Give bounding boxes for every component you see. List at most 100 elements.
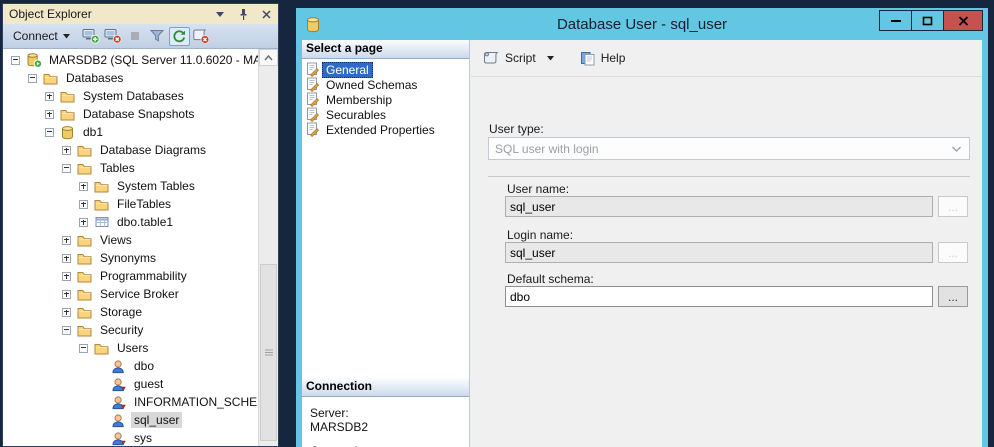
- tree-item-marsdb2-sql-server-11-0-6020-marsd[interactable]: MARSDB2 (SQL Server 11.0.6020 - MARSD: [3, 51, 261, 69]
- folder-icon: [76, 322, 93, 338]
- user-red-icon: [110, 376, 127, 392]
- default-schema-browse-button[interactable]: ...: [938, 286, 968, 307]
- tree-expander-icon[interactable]: [62, 146, 71, 155]
- help-button[interactable]: Help: [580, 51, 626, 66]
- tree-item-security[interactable]: Security: [3, 321, 261, 339]
- connection-section: Connection Server: MARSDB2 Connection:: [302, 378, 469, 447]
- tree-item-programmability[interactable]: Programmability: [3, 267, 261, 285]
- page-item-owned-schemas[interactable]: Owned Schemas: [305, 77, 469, 92]
- tree-item-database-snapshots[interactable]: Database Snapshots: [3, 105, 261, 123]
- tree-expander-icon[interactable]: [62, 254, 71, 263]
- page-item-securables[interactable]: Securables: [305, 107, 469, 122]
- tree-item-label: Security: [97, 322, 146, 338]
- tree-item-label: Service Broker: [97, 286, 182, 302]
- tree-item-storage[interactable]: Storage: [3, 303, 261, 321]
- connect-server-icon[interactable]: [81, 27, 102, 46]
- tree-item-label: Users: [114, 340, 151, 356]
- default-schema-input[interactable]: [505, 286, 933, 307]
- connect-button[interactable]: Connect: [8, 27, 75, 45]
- scroll-up-icon[interactable]: [259, 49, 278, 66]
- tree-item-databases[interactable]: Databases: [3, 69, 261, 87]
- tree-item-sys[interactable]: sys: [3, 429, 261, 446]
- tree-expander-icon[interactable]: [79, 218, 88, 227]
- tree-item-users[interactable]: Users: [3, 339, 261, 357]
- tree-expander-icon[interactable]: [62, 272, 71, 281]
- user-name-browse-button[interactable]: ...: [938, 196, 968, 217]
- tree-item-label: Database Snapshots: [80, 106, 197, 122]
- folder-icon: [93, 340, 110, 356]
- refresh-icon[interactable]: [169, 27, 190, 46]
- object-explorer-titlebar[interactable]: Object Explorer: [3, 4, 278, 24]
- tree-item-synonyms[interactable]: Synonyms: [3, 249, 261, 267]
- object-explorer-toolbar: Connect: [3, 24, 278, 49]
- tree-item-filetables[interactable]: FileTables: [3, 195, 261, 213]
- tree-item-label: dbo: [131, 358, 157, 374]
- tree-expander-icon[interactable]: [62, 326, 71, 335]
- panel-title: Object Explorer: [9, 7, 213, 21]
- script-button[interactable]: Script: [483, 51, 554, 65]
- tree-item-guest[interactable]: guest: [3, 375, 261, 393]
- page-icon: [305, 107, 319, 122]
- tree-expander-icon[interactable]: [79, 182, 88, 191]
- folder-icon: [42, 70, 59, 86]
- disconnect-server-icon[interactable]: [103, 27, 124, 46]
- tree-expander-icon[interactable]: [45, 110, 54, 119]
- tree-expander-icon[interactable]: [62, 164, 71, 173]
- page-list: GeneralOwned SchemasMembershipSecurables…: [302, 59, 469, 137]
- general-page-form: User type: SQL user with login User name…: [471, 76, 982, 447]
- stop-icon[interactable]: [125, 27, 146, 46]
- page-item-general[interactable]: General: [305, 62, 469, 77]
- window-position-icon[interactable]: [213, 7, 227, 21]
- folder-icon: [59, 88, 76, 104]
- page-item-membership[interactable]: Membership: [305, 92, 469, 107]
- tree-item-system-databases[interactable]: System Databases: [3, 87, 261, 105]
- help-icon: [580, 51, 596, 66]
- tree-item-sql-user[interactable]: sql_user: [3, 411, 261, 429]
- tree-item-service-broker[interactable]: Service Broker: [3, 285, 261, 303]
- login-name-input[interactable]: [505, 242, 933, 263]
- login-name-browse-button[interactable]: ...: [938, 242, 968, 263]
- object-explorer-panel: Object Explorer Connect MARSDB2 (: [2, 3, 279, 447]
- tree-item-label: Synonyms: [97, 250, 159, 266]
- scrollbar-thumb[interactable]: [260, 264, 277, 441]
- folder-icon: [59, 106, 76, 122]
- page-icon: [305, 92, 319, 107]
- tree-expander-icon[interactable]: [79, 200, 88, 209]
- tree-item-label: Storage: [97, 304, 145, 320]
- tree-scrollbar[interactable]: [258, 49, 278, 446]
- close-icon[interactable]: [259, 7, 273, 21]
- tree-item-tables[interactable]: Tables: [3, 159, 261, 177]
- dialog-titlebar[interactable]: Database User - sql_user: [302, 8, 982, 40]
- page-item-extended-properties[interactable]: Extended Properties: [305, 122, 469, 137]
- tree-expander-icon[interactable]: [62, 290, 71, 299]
- tree-item-db1[interactable]: db1: [3, 123, 261, 141]
- tree-expander-icon[interactable]: [79, 344, 88, 353]
- folder-icon: [76, 232, 93, 248]
- script-error-icon[interactable]: [191, 27, 212, 46]
- page-icon: [305, 62, 319, 77]
- tree-expander-icon[interactable]: [28, 74, 37, 83]
- tree-expander-icon[interactable]: [45, 92, 54, 101]
- tree-expander-icon[interactable]: [11, 56, 20, 65]
- tree-expander-icon[interactable]: [62, 236, 71, 245]
- tree-item-database-diagrams[interactable]: Database Diagrams: [3, 141, 261, 159]
- tree-item-dbo-table1[interactable]: dbo.table1: [3, 213, 261, 231]
- connect-label: Connect: [13, 29, 58, 43]
- dialog-toolbar: Script Help: [471, 40, 982, 77]
- user-name-input[interactable]: [505, 196, 933, 217]
- tree-item-system-tables[interactable]: System Tables: [3, 177, 261, 195]
- minimize-button[interactable]: [879, 10, 912, 31]
- tree-expander-icon[interactable]: [45, 128, 54, 137]
- help-label: Help: [601, 51, 626, 65]
- user-type-combobox[interactable]: SQL user with login: [488, 137, 970, 160]
- maximize-button[interactable]: [911, 10, 944, 31]
- tree-item-label: Tables: [97, 160, 138, 176]
- tree-item-information-schema[interactable]: INFORMATION_SCHEMA: [3, 393, 261, 411]
- filter-icon[interactable]: [147, 27, 168, 46]
- table-icon: [93, 214, 110, 230]
- tree-item-views[interactable]: Views: [3, 231, 261, 249]
- tree-item-dbo[interactable]: dbo: [3, 357, 261, 375]
- close-button[interactable]: [943, 10, 983, 31]
- pin-icon[interactable]: [236, 7, 250, 21]
- tree-expander-icon[interactable]: [62, 308, 71, 317]
